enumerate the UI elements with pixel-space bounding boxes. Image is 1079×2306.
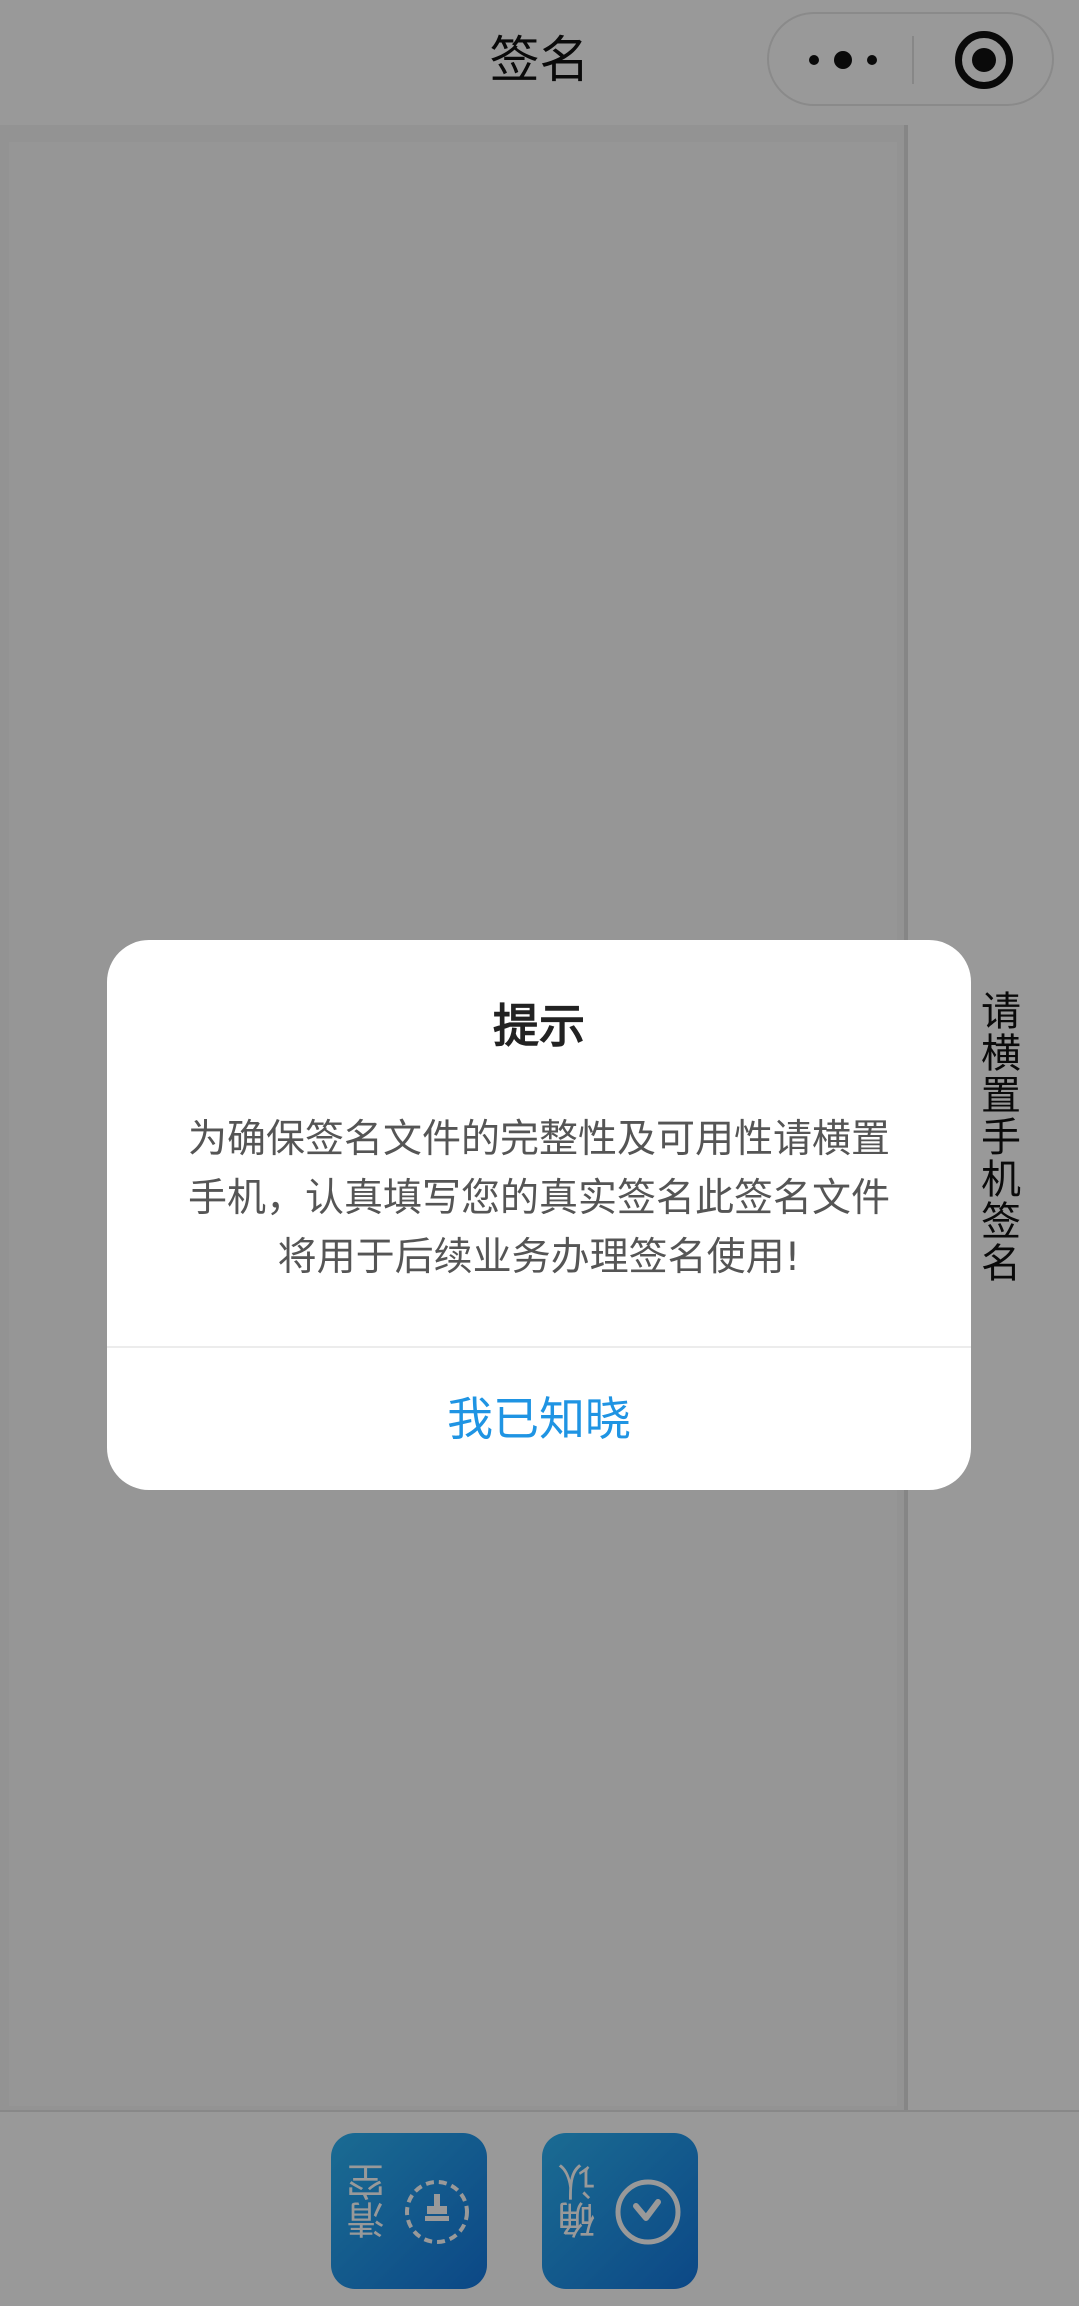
signature-page: 签名 请横置手机签名 清空 确认 提示 为确保签名文件的完整性及可用性请横置手机…: [0, 0, 1079, 2306]
dialog-content: 为确保签名文件的完整性及可用性请横置手机，认真填写您的真实签名此签名文件将用于后…: [187, 1117, 890, 1280]
tip-dialog: 提示 为确保签名文件的完整性及可用性请横置手机，认真填写您的真实签名此签名文件将…: [107, 940, 971, 1490]
acknowledge-button[interactable]: 我已知晓: [107, 1348, 971, 1490]
dialog-title: 提示: [493, 999, 585, 1053]
